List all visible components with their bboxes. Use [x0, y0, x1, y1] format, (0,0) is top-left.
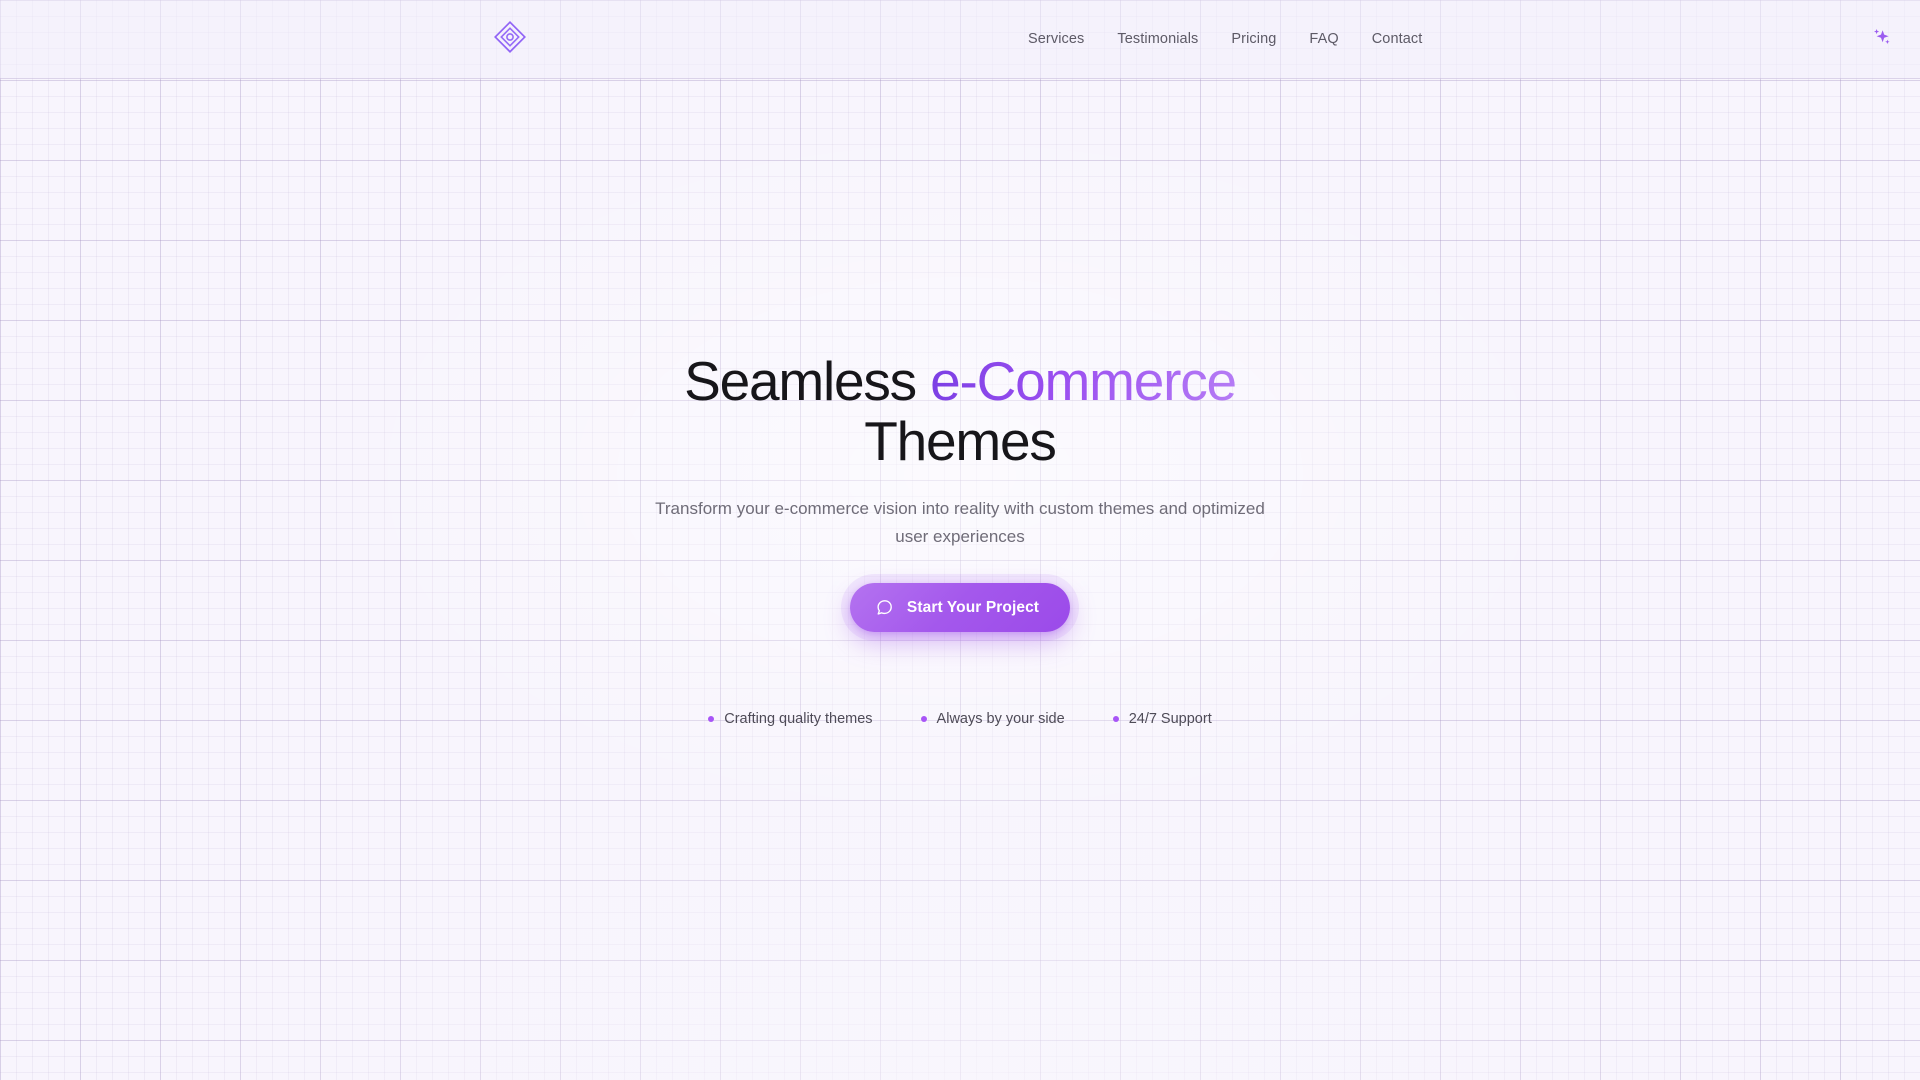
main-nav: Services Testimonials Pricing FAQ Contac… [1028, 31, 1422, 47]
sparkles-icon [1871, 26, 1893, 53]
nav-item-testimonials[interactable]: Testimonials [1117, 31, 1198, 47]
brand-logo[interactable] [493, 20, 527, 59]
bullet-dot-icon [920, 716, 927, 722]
feature-label: Crafting quality themes [724, 711, 873, 727]
feature-item-crafting-quality-themes: Crafting quality themes [708, 711, 873, 727]
nav-item-faq[interactable]: FAQ [1309, 31, 1338, 47]
bullet-dot-icon [708, 716, 715, 722]
feature-item-always-by-your-side: Always by your side [920, 711, 1065, 727]
feature-label: Always by your side [936, 711, 1065, 727]
diamond-logo-icon [493, 20, 527, 59]
feature-list: Crafting quality themes Always by your s… [708, 711, 1212, 727]
hero-title-accent: e-Commerce [930, 350, 1237, 412]
site-header: Services Testimonials Pricing FAQ Contac… [0, 0, 1920, 79]
chat-bubble-icon [875, 598, 894, 617]
hero-title-leading: Seamless [684, 350, 931, 412]
bullet-dot-icon [1112, 716, 1119, 722]
hero-section: Seamless e-Commerce Themes Transform you… [0, 79, 1920, 1080]
hero-title: Seamless e-Commerce Themes [610, 351, 1310, 471]
hero-title-trailing: Themes [864, 410, 1057, 472]
sparkles-button[interactable] [1867, 24, 1897, 54]
nav-item-contact[interactable]: Contact [1372, 31, 1423, 47]
cta-label: Start Your Project [906, 598, 1040, 616]
nav-item-pricing[interactable]: Pricing [1231, 31, 1276, 47]
feature-item-24-7-support: 24/7 Support [1112, 711, 1212, 727]
nav-item-services[interactable]: Services [1028, 31, 1084, 47]
start-your-project-button[interactable]: Start Your Project [849, 583, 1071, 632]
feature-label: 24/7 Support [1128, 711, 1212, 727]
hero-subtitle: Transform your e-commerce vision into re… [655, 499, 1265, 546]
